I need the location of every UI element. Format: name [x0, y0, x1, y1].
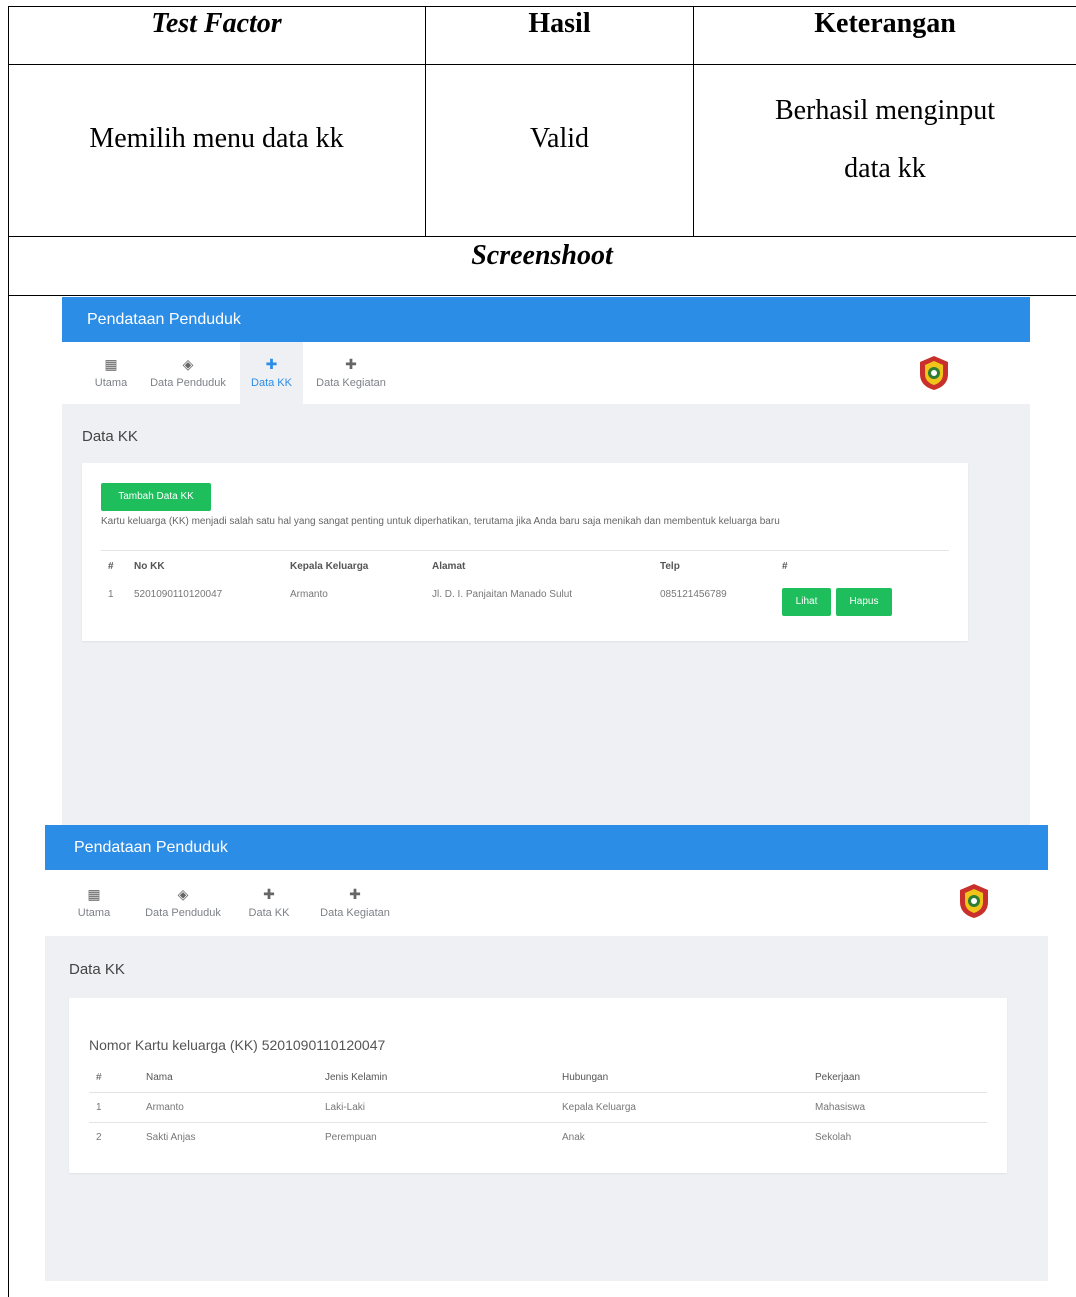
kk-detail-card: Nomor Kartu keluarga (KK) 52010901101200… — [69, 998, 1007, 1173]
col-header: # — [96, 1072, 102, 1083]
nav-item-utama[interactable]: ▦ Utama — [90, 342, 132, 404]
layers-icon: ◈ — [177, 886, 189, 902]
nav-bar: ▦ Utama ◈ Data Penduduk ✚ Data KK ✚ Data… — [62, 342, 1030, 404]
screenshot-kk-detail: Pendataan Penduduk ▦ Utama ◈ Data Pendud… — [45, 825, 1048, 1281]
table-divider — [89, 1122, 987, 1123]
table-rule-row — [8, 236, 1076, 237]
data-kk-card: Tambah Data KK Kartu keluarga (KK) menja… — [82, 463, 968, 641]
puzzle-icon: ✚ — [345, 356, 357, 372]
col-header: Hubungan — [562, 1072, 609, 1083]
nav-label: Data KK — [248, 907, 290, 919]
col-header: Pekerjaan — [815, 1072, 861, 1083]
table-cell: Anak — [562, 1132, 585, 1143]
nav-item-utama[interactable]: ▦ Utama — [73, 870, 115, 936]
col-header: # — [108, 561, 114, 572]
cell-hasil: Valid — [529, 123, 590, 154]
nav-item-data-kegiatan[interactable]: ✚ Data Kegiatan — [313, 342, 389, 404]
app-header: Pendataan Penduduk — [45, 825, 1048, 870]
nav-label: Utama — [77, 907, 111, 919]
table-cell: 2 — [96, 1132, 102, 1143]
col-header: # — [782, 561, 788, 572]
col-header: Jenis Kelamin — [325, 1072, 388, 1083]
table-cell: Armanto — [146, 1102, 184, 1113]
nav-item-data-penduduk[interactable]: ◈ Data Penduduk — [147, 342, 229, 404]
table-cell: Jl. D. I. Panjaitan Manado Sulut — [432, 589, 573, 600]
table-cell: 1 — [96, 1102, 102, 1113]
app-title: Pendataan Penduduk — [74, 838, 228, 856]
kk-number-heading: Nomor Kartu keluarga (KK) 52010901101200… — [89, 1037, 386, 1053]
nav-label: Data Penduduk — [150, 377, 226, 389]
cell-keterangan-line2: data kk — [844, 153, 926, 184]
header-hasil: Hasil — [528, 8, 591, 39]
table-divider — [101, 550, 949, 551]
header-test-factor: Test Factor — [151, 8, 282, 39]
col-header: Nama — [146, 1072, 173, 1083]
cell-keterangan-line1: Berhasil menginput — [774, 95, 996, 126]
screenshot-data-kk-list: Pendataan Penduduk ▦ Utama ◈ Data Pendud… — [62, 297, 1030, 825]
delete-button[interactable]: Hapus — [836, 588, 892, 616]
table-rule-header — [8, 64, 1076, 65]
page-title: Data KK — [69, 961, 125, 978]
col-header: Telp — [660, 561, 680, 572]
layers-icon: ◈ — [182, 356, 194, 372]
table-divider — [89, 1092, 987, 1093]
nav-item-data-kk[interactable]: ✚ Data KK — [240, 342, 303, 404]
nav-label: Data KK — [251, 377, 292, 389]
nav-label: Utama — [94, 377, 128, 389]
nav-item-data-penduduk[interactable]: ◈ Data Penduduk — [137, 870, 229, 936]
table-cell: 5201090110120047 — [134, 589, 223, 600]
app-header: Pendataan Penduduk — [62, 297, 1030, 342]
add-kk-button[interactable]: Tambah Data KK — [101, 483, 211, 511]
nav-label: Data Kegiatan — [316, 377, 386, 389]
table-cell: Laki-Laki — [325, 1102, 366, 1113]
puzzle-icon: ✚ — [349, 886, 361, 902]
table-cell: Kepala Keluarga — [562, 1102, 636, 1113]
table-rule-screenshot — [8, 295, 1076, 296]
cell-test-factor: Memilih menu data kk — [89, 123, 344, 154]
grid-icon: ▦ — [87, 886, 101, 902]
nav-item-data-kk[interactable]: ✚ Data KK — [243, 870, 295, 936]
table-border-top — [8, 6, 1076, 7]
table-cell: Armanto — [290, 589, 328, 600]
col-header: Kepala Keluarga — [290, 561, 369, 572]
puzzle-icon: ✚ — [263, 886, 275, 902]
puzzle-icon: ✚ — [265, 356, 278, 372]
screenshot-label: Screenshoot — [471, 240, 613, 271]
table-cell: 085121456789 — [660, 589, 727, 600]
table-cell: Sekolah — [815, 1132, 852, 1143]
nav-label: Data Penduduk — [145, 907, 221, 919]
col-header: Alamat — [432, 561, 466, 572]
table-cell: Mahasiswa — [815, 1102, 866, 1113]
table-border-left — [8, 6, 9, 1297]
emblem-logo-icon — [920, 356, 948, 390]
grid-icon: ▦ — [104, 356, 118, 372]
table-cell: Perempuan — [325, 1132, 377, 1143]
table-cell: Sakti Anjas — [146, 1132, 196, 1143]
app-title: Pendataan Penduduk — [87, 310, 241, 328]
nav-label: Data Kegiatan — [320, 907, 390, 919]
header-keterangan: Keterangan — [814, 8, 956, 39]
page-title: Data KK — [82, 428, 138, 445]
emblem-logo-icon — [960, 884, 988, 918]
col-header: No KK — [134, 561, 165, 572]
table-cell: 1 — [108, 589, 114, 600]
nav-item-data-kegiatan[interactable]: ✚ Data Kegiatan — [313, 870, 397, 936]
view-button[interactable]: Lihat — [782, 588, 831, 616]
description-text: Kartu keluarga (KK) menjadi salah satu h… — [101, 516, 780, 527]
nav-bar: ▦ Utama ◈ Data Penduduk ✚ Data KK ✚ Data… — [45, 870, 1048, 936]
